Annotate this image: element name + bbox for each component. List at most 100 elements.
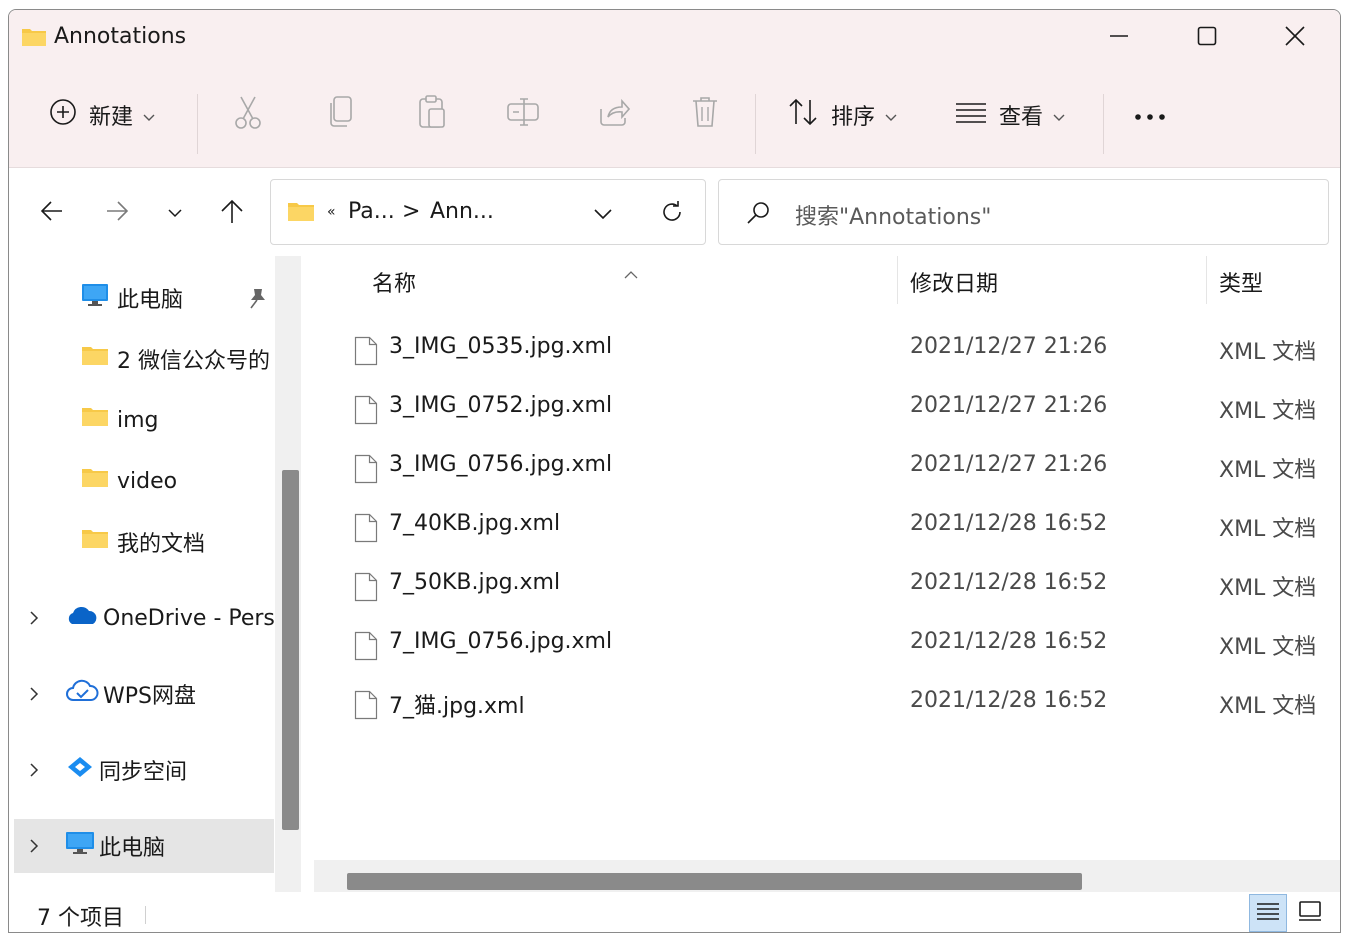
view-list-icon	[955, 101, 987, 129]
forward-button[interactable]	[102, 198, 132, 228]
breadcrumb-item[interactable]: Pa...	[348, 199, 395, 224]
copy-button[interactable]	[327, 92, 355, 138]
search-icon	[745, 200, 771, 230]
table-row[interactable]: 7_50KB.jpg.xml 2021/12/28 16:52 XML 文档	[314, 556, 1340, 615]
breadcrumb-overflow[interactable]: «	[327, 204, 336, 220]
cut-icon	[233, 95, 263, 135]
horizontal-scrollbar[interactable]	[314, 860, 1340, 892]
delete-icon	[691, 95, 719, 135]
nav-item-label: 此电脑	[99, 836, 166, 861]
view-button[interactable]: 查看	[955, 92, 1065, 138]
folder-icon	[21, 26, 47, 52]
column-divider[interactable]	[1206, 256, 1207, 304]
chevron-down-icon	[1053, 103, 1065, 128]
recent-locations-button[interactable]	[160, 198, 190, 228]
breadcrumb-item[interactable]: Ann...	[430, 199, 494, 224]
nav-item-sync-space[interactable]: 同步空间	[29, 743, 277, 797]
toolbar-divider	[755, 94, 756, 154]
wps-cloud-icon	[65, 679, 99, 709]
quick-access-item[interactable]: 此电脑	[81, 271, 281, 325]
more-icon	[1133, 103, 1167, 128]
file-name: 7_40KB.jpg.xml	[389, 511, 561, 536]
minimize-icon	[1108, 25, 1130, 51]
nav-scrollbar-thumb[interactable]	[282, 470, 299, 830]
details-view-button[interactable]	[1249, 894, 1287, 932]
table-row[interactable]: 7_猫.jpg.xml 2021/12/28 16:52 XML 文档	[314, 674, 1340, 733]
cut-button[interactable]	[233, 92, 263, 138]
file-date: 2021/12/28 16:52	[910, 629, 1108, 654]
title-bar: Annotations	[9, 10, 1340, 66]
minimize-button[interactable]	[1075, 10, 1163, 66]
nav-item-label: 此电脑	[117, 288, 184, 313]
share-button[interactable]	[598, 92, 631, 138]
search-placeholder: 搜索"Annotations"	[795, 205, 992, 230]
file-icon	[354, 690, 378, 724]
search-input[interactable]: 搜索"Annotations"	[718, 179, 1329, 245]
quick-access-item[interactable]: 2 微信公众号的	[81, 332, 277, 386]
chevron-right-icon[interactable]	[29, 762, 65, 778]
nav-item-this-pc[interactable]: 此电脑	[14, 819, 274, 873]
toolbar-divider	[1103, 94, 1104, 154]
pin-icon[interactable]	[247, 287, 267, 315]
sort-label: 排序	[831, 105, 876, 130]
file-name: 7_猫.jpg.xml	[389, 694, 525, 719]
chevron-right-icon[interactable]	[29, 686, 65, 702]
sync-space-icon	[65, 755, 95, 785]
folder-icon	[81, 528, 109, 556]
navigation-pane: 此电脑 2 微信公众号的 img video 我的文档 OneDrive - P…	[9, 256, 309, 892]
column-header-date[interactable]: 修改日期	[910, 266, 998, 298]
file-date: 2021/12/28 16:52	[910, 570, 1108, 595]
tiles-view-button[interactable]	[1291, 894, 1329, 932]
new-button[interactable]: 新建	[49, 92, 155, 138]
nav-item-onedrive[interactable]: OneDrive - Pers	[29, 591, 277, 645]
nav-item-wps[interactable]: WPS网盘	[29, 667, 277, 721]
table-row[interactable]: 3_IMG_0756.jpg.xml 2021/12/27 21:26 XML 文档	[314, 438, 1340, 497]
table-row[interactable]: 3_IMG_0535.jpg.xml 2021/12/27 21:26 XML 文档	[314, 320, 1340, 379]
back-button[interactable]	[37, 198, 67, 228]
address-dropdown-icon[interactable]	[594, 206, 612, 225]
rename-button[interactable]	[506, 92, 540, 138]
quick-access-item[interactable]: video	[81, 454, 277, 508]
maximize-icon	[1196, 25, 1218, 51]
table-row[interactable]: 3_IMG_0752.jpg.xml 2021/12/27 21:26 XML 文档	[314, 379, 1340, 438]
folder-icon	[81, 406, 109, 434]
chevron-right-icon[interactable]	[29, 610, 65, 626]
nav-item-label: OneDrive - Pers	[103, 605, 275, 631]
column-divider[interactable]	[897, 256, 898, 304]
nav-item-label: 2 微信公众号的	[117, 349, 270, 374]
table-row[interactable]: 7_IMG_0756.jpg.xml 2021/12/28 16:52 XML 文档	[314, 615, 1340, 674]
rename-icon	[506, 96, 540, 134]
chevron-right-icon[interactable]	[29, 838, 65, 854]
file-type: XML 文档	[1219, 340, 1317, 365]
chevron-down-icon	[885, 103, 897, 128]
sort-icon	[787, 98, 819, 132]
quick-access-item[interactable]: img	[81, 393, 277, 447]
refresh-icon[interactable]	[660, 200, 684, 228]
new-label: 新建	[89, 105, 134, 130]
file-date: 2021/12/28 16:52	[910, 511, 1108, 536]
paste-button[interactable]	[417, 92, 447, 138]
maximize-button[interactable]	[1163, 10, 1251, 66]
column-header-type[interactable]: 类型	[1219, 266, 1263, 298]
table-row[interactable]: 7_40KB.jpg.xml 2021/12/28 16:52 XML 文档	[314, 497, 1340, 556]
file-type: XML 文档	[1219, 458, 1317, 483]
address-bar[interactable]: « Pa... > Ann...	[270, 179, 706, 245]
up-button[interactable]	[217, 198, 247, 228]
file-type: XML 文档	[1219, 635, 1317, 660]
quick-access-item[interactable]: 我的文档	[81, 515, 277, 569]
file-icon	[354, 572, 378, 606]
folder-icon	[287, 201, 315, 227]
file-type: XML 文档	[1219, 694, 1317, 719]
file-type: XML 文档	[1219, 399, 1317, 424]
column-header-name[interactable]: 名称	[372, 266, 416, 298]
onedrive-cloud-icon	[65, 604, 99, 632]
more-button[interactable]	[1133, 92, 1167, 138]
horizontal-scrollbar-thumb[interactable]	[347, 873, 1082, 890]
delete-button[interactable]	[691, 92, 719, 138]
close-button[interactable]	[1251, 10, 1339, 66]
nav-item-label: 我的文档	[117, 532, 206, 557]
file-icon	[354, 336, 378, 370]
share-icon	[598, 97, 631, 133]
sort-button[interactable]: 排序	[787, 92, 897, 138]
nav-item-label: 同步空间	[99, 760, 188, 785]
